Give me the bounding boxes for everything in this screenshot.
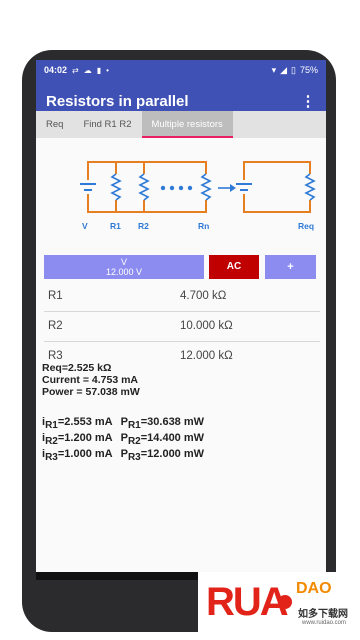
status-right: ▾ ◢ ▯ 75% (272, 65, 318, 76)
current-subscript: R3 (45, 452, 58, 463)
label-req: Req (298, 221, 314, 231)
stage: 04:02 ⇄ ☁ ▮ • ▾ ◢ ▯ 75% Resistors in par… (0, 0, 360, 640)
app-screen: 04:02 ⇄ ☁ ▮ • ▾ ◢ ▯ 75% Resistors in par… (36, 60, 326, 580)
current-value: =1.000 mA (57, 448, 113, 460)
battery-req-gap (236, 180, 252, 194)
ellipsis-dot-1 (160, 185, 166, 191)
result-current: Current = 4.753 mA (42, 374, 138, 386)
result-req: Req=2.525 kΩ (42, 362, 112, 374)
results-summary: Req=2.525 kΩ Current = 4.753 mA Power = … (42, 362, 140, 398)
watermark-site-name: 如多下载网 (298, 609, 348, 620)
power-subscript: R3 (127, 452, 141, 463)
power-value: =30.638 mW (140, 416, 205, 428)
resistor-name: R3 (48, 350, 63, 362)
tab-multiple-resistors[interactable]: Multiple resistors (141, 111, 234, 138)
overflow-menu-icon[interactable]: ⋮ (300, 92, 316, 110)
power-value: =12.000 mW (140, 448, 205, 460)
ellipsis-dots (160, 185, 193, 191)
circuit-right (243, 161, 311, 213)
ac-button[interactable]: AC (209, 255, 259, 279)
signal-icon: ◢ (280, 64, 288, 75)
resistor-value: 12.000 kΩ (180, 350, 233, 362)
circuit-right-wire (243, 161, 311, 213)
current-subscript: R2 (45, 436, 58, 447)
power-subscript: R2 (127, 436, 141, 447)
watermark-url: www.ruidao.com (302, 620, 347, 626)
battery-symbol-req (236, 180, 252, 194)
label-r2: R2 (138, 221, 149, 231)
watermark-logo: RUA (206, 580, 289, 624)
watermark-logo-small: DAO (296, 580, 332, 597)
battery-symbol (80, 180, 96, 194)
power-subscript: R1 (127, 420, 141, 431)
tab-bar: Req Find R1 R2 Multiple resistors (36, 111, 326, 138)
label-rn: Rn (198, 221, 209, 231)
result-power: Power = 57.038 mW (42, 386, 140, 398)
current-value: =2.553 mA (57, 416, 113, 428)
label-v: V (82, 221, 88, 231)
voltage-button-value: 12.000 V (105, 267, 143, 277)
label-r1: R1 (110, 221, 121, 231)
status-notification-icons: ⇄ ☁ ▮ • (72, 66, 109, 75)
current-value: =1.200 mA (57, 432, 113, 444)
resistor-value: 10.000 kΩ (180, 320, 233, 332)
voltage-button-label: V (120, 257, 127, 267)
power-value: =14.400 mW (140, 432, 205, 444)
wifi-icon: ▾ (271, 64, 277, 75)
watermark-logo-dot (278, 595, 292, 609)
arrow-head (230, 184, 236, 192)
add-resistor-button[interactable]: + (265, 255, 316, 279)
voltage-button[interactable]: V 12.000 V (44, 255, 204, 279)
dot-icon: • (106, 65, 109, 75)
sim-icon: ▮ (96, 65, 102, 75)
parallel-circuit-diagram: V R1 R2 Rn Req (80, 161, 316, 231)
ellipsis-dot-2 (169, 185, 175, 191)
resistor-result-r2: iR2=1.200 mA PR2=14.400 mW (42, 432, 205, 447)
battery-icon: ▯ (291, 64, 296, 75)
tab-find-r1-r2[interactable]: Find R1 R2 (73, 111, 141, 138)
cloud-icon: ☁ (83, 65, 92, 75)
resistor-result-r3: iR3=1.000 mA PR3=12.000 mW (42, 448, 205, 463)
status-time: 04:02 (44, 65, 68, 75)
resistor-row-r1[interactable]: R1 4.700 kΩ (44, 282, 320, 312)
current-subscript: R1 (45, 420, 58, 431)
battery-gap (80, 180, 96, 194)
sync-icon: ⇄ (72, 65, 79, 75)
resistor-row-r2[interactable]: R2 10.000 kΩ (44, 312, 320, 342)
tab-req[interactable]: Req (36, 111, 73, 138)
battery-percent: 75% (299, 65, 318, 75)
resistor-result-r1: iR1=2.553 mA PR1=30.638 mW (42, 416, 205, 431)
ellipsis-dot-3 (178, 185, 184, 191)
equivalence-arrow (218, 184, 236, 192)
resistor-name: R1 (48, 290, 63, 302)
resistor-name: R2 (48, 320, 63, 332)
status-bar: 04:02 ⇄ ☁ ▮ • ▾ ◢ ▯ 75% (36, 60, 326, 80)
resistor-value: 4.700 kΩ (180, 290, 227, 302)
app-title: Resistors in parallel (46, 92, 189, 110)
ellipsis-dot-4 (187, 185, 193, 191)
